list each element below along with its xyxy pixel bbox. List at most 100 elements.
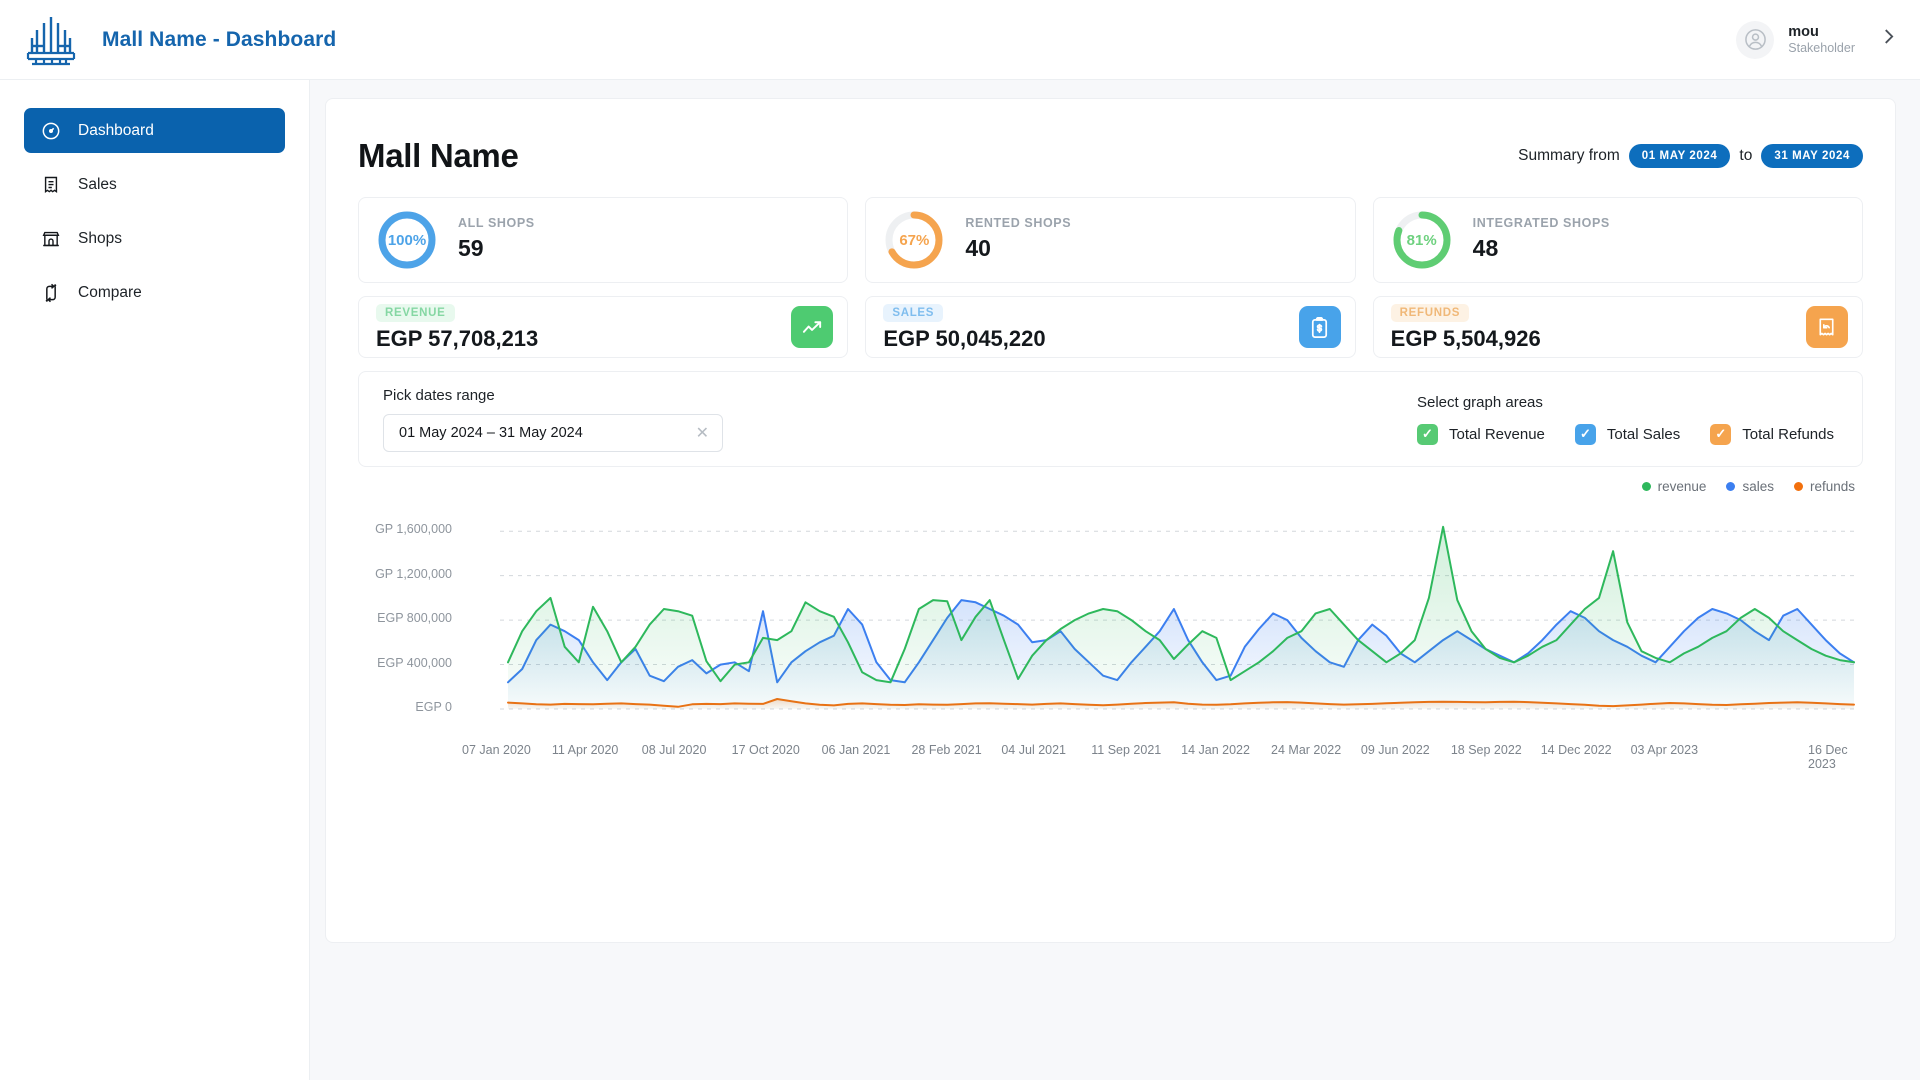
integrated-shops-text: INTEGRATED SHOPS 48 <box>1473 214 1610 265</box>
top-bar: Mall Name - Dashboard mou Stakeholder <box>0 0 1920 80</box>
x-axis-tick-label: 11 Sep 2021 <box>1091 743 1162 757</box>
integrated-shops-donut: 81% <box>1391 209 1453 271</box>
rented-shops-donut: 67% <box>883 209 945 271</box>
stat-card-integrated-shops: 81% INTEGRATED SHOPS 48 <box>1372 197 1863 283</box>
close-icon[interactable]: ✕ <box>696 423 709 443</box>
sidebar-item-sales[interactable]: Sales <box>24 162 285 207</box>
rented-shops-text: RENTED SHOPS 40 <box>965 214 1071 265</box>
checkbox-label: Total Revenue <box>1448 425 1545 443</box>
x-axis-tick-label: 09 Jun 2022 <box>1360 743 1430 757</box>
legend-dot-revenue <box>1641 481 1651 491</box>
refunds-tag: REFUNDS <box>1390 303 1470 322</box>
receipt-icon <box>40 174 62 196</box>
chart-legend: revenue sales refunds <box>358 475 1863 497</box>
speedometer-icon <box>40 120 62 142</box>
summary-range: Summary from 01 MAY 2024 to 31 MAY 2024 <box>1518 144 1863 168</box>
sidebar-item-shops[interactable]: Shops <box>24 216 285 261</box>
graph-areas-label: Select graph areas <box>1416 393 1543 411</box>
sidebar-item-label: Shops <box>78 229 122 247</box>
checkbox-total-refunds[interactable]: ✓ Total Refunds <box>1710 423 1834 445</box>
legend-item-revenue[interactable]: revenue <box>1641 478 1707 494</box>
stat-value: 59 <box>458 235 484 262</box>
receipt-return-icon <box>1805 306 1848 348</box>
dashboard-panel: Mall Name Summary from 01 MAY 2024 to 31… <box>325 98 1896 943</box>
compare-arrows-icon <box>40 282 62 304</box>
chart-plot-area: EGP 0 EGP 400,000 EGP 800,000 GP 1,200,000 G… <box>358 497 1863 771</box>
x-axis-tick-label: 28 Feb 2021 <box>911 743 982 757</box>
clipboard-dollar-icon <box>1298 306 1341 348</box>
y-axis-tick-label: EGP 800,000 <box>377 611 452 626</box>
x-axis-tick-label: 08 Jul 2020 <box>641 743 707 757</box>
revenue-value: EGP 57,708,213 <box>376 325 539 351</box>
sidebar: Dashboard Sales Shops Compare <box>0 80 310 1080</box>
sidebar-item-dashboard[interactable]: Dashboard <box>24 108 285 153</box>
user-meta: mou Stakeholder <box>1788 23 1855 57</box>
x-axis-tick-label: 04 Jul 2021 <box>1001 743 1066 757</box>
money-card-row: REVENUE EGP 57,708,213 SALES EGP 50,045,… <box>358 296 1863 358</box>
x-axis-tick-label: 03 Apr 2023 <box>1630 743 1699 757</box>
trending-up-icon <box>791 306 834 348</box>
x-axis-tick-label: 14 Dec 2022 <box>1540 743 1612 757</box>
legend-dot-sales <box>1726 481 1736 491</box>
revenue-text: REVENUE EGP 57,708,213 <box>376 303 538 352</box>
graph-area-checkboxes: ✓ Total Revenue ✓ Total Sales ✓ Total Re… <box>1416 423 1834 445</box>
page-title: Mall Name <box>358 137 519 174</box>
brand: Mall Name - Dashboard <box>0 13 336 67</box>
app-title: Mall Name - Dashboard <box>102 27 337 51</box>
y-axis-tick-label: GP 1,600,000 <box>375 522 452 537</box>
checkbox-label: Total Sales <box>1606 425 1681 443</box>
date-range-label: Pick dates range <box>383 386 495 404</box>
stat-card-rented-shops: 67% RENTED SHOPS 40 <box>865 197 1356 283</box>
x-axis-tick-label: 17 Oct 2020 <box>731 743 800 757</box>
summary-prefix: Summary from <box>1518 147 1620 164</box>
legend-dot-refunds <box>1793 481 1803 491</box>
all-shops-donut: 100% <box>376 209 438 271</box>
money-card-sales: SALES EGP 50,045,220 <box>865 296 1356 358</box>
check-icon: ✓ <box>1416 423 1438 445</box>
sales-text: SALES EGP 50,045,220 <box>883 303 1046 352</box>
x-axis-tick-label: 11 Apr 2020 <box>551 743 619 757</box>
all-shops-text: ALL SHOPS 59 <box>458 214 535 265</box>
checkbox-total-revenue[interactable]: ✓ Total Revenue <box>1416 423 1545 445</box>
date-range-value: 01 May 2024 – 31 May 2024 <box>399 424 583 441</box>
sales-tag: SALES <box>883 303 944 322</box>
graph-area-selector: Select graph areas ✓ Total Revenue ✓ Tot… <box>1416 393 1834 445</box>
x-axis-tick-label: 07 Jan 2020 <box>462 743 531 757</box>
all-shops-percent: 100% <box>387 231 427 249</box>
user-menu[interactable]: mou Stakeholder <box>1736 20 1920 59</box>
sidebar-item-compare[interactable]: Compare <box>24 270 285 315</box>
date-range-input[interactable]: 01 May 2024 – 31 May 2024 ✕ <box>383 413 723 452</box>
summary-from-badge: 01 MAY 2024 <box>1628 144 1731 168</box>
checkbox-label: Total Refunds <box>1742 425 1834 443</box>
user-name: mou <box>1788 23 1819 40</box>
sidebar-item-label: Dashboard <box>78 121 154 139</box>
sales-value: EGP 50,045,220 <box>883 325 1046 351</box>
x-axis-tick-label: 06 Jan 2021 <box>821 743 891 757</box>
user-avatar-icon <box>1736 20 1775 59</box>
chart-container: revenue sales refunds EGP 0 EGP 400,000 EG… <box>358 475 1863 775</box>
panel-header: Mall Name Summary from 01 MAY 2024 to 31… <box>358 133 1863 179</box>
integrated-shops-percent: 81% <box>1406 231 1437 249</box>
legend-label: sales <box>1742 478 1774 494</box>
sidebar-item-label: Sales <box>78 175 117 193</box>
x-axis-tick-label: 24 Mar 2022 <box>1271 743 1342 757</box>
summary-to-badge: 31 MAY 2024 <box>1761 144 1863 168</box>
stat-card-all-shops: 100% ALL SHOPS 59 <box>358 197 849 283</box>
chevron-right-icon[interactable] <box>1869 28 1900 51</box>
x-axis-tick-label: 18 Sep 2022 <box>1450 743 1522 757</box>
legend-label: refunds <box>1809 478 1855 494</box>
main-content: Mall Name Summary from 01 MAY 2024 to 31… <box>310 80 1920 1080</box>
refunds-text: REFUNDS EGP 5,504,926 <box>1390 303 1541 352</box>
legend-item-sales[interactable]: sales <box>1726 479 1774 494</box>
stat-card-row: 100% ALL SHOPS 59 67% RENTED SHOPS 40 81… <box>358 197 1863 283</box>
legend-item-refunds[interactable]: refunds <box>1793 478 1855 494</box>
legend-label: revenue <box>1657 478 1707 494</box>
rented-shops-percent: 67% <box>899 231 930 249</box>
sidebar-item-label: Compare <box>78 283 142 301</box>
y-axis-tick-label: EGP 400,000 <box>377 655 452 670</box>
check-icon: ✓ <box>1574 423 1596 445</box>
x-axis-tick-label: 14 Jan 2022 <box>1181 743 1250 757</box>
summary-join: to <box>1739 147 1753 164</box>
check-icon: ✓ <box>1710 423 1732 445</box>
checkbox-total-sales[interactable]: ✓ Total Sales <box>1574 423 1681 445</box>
